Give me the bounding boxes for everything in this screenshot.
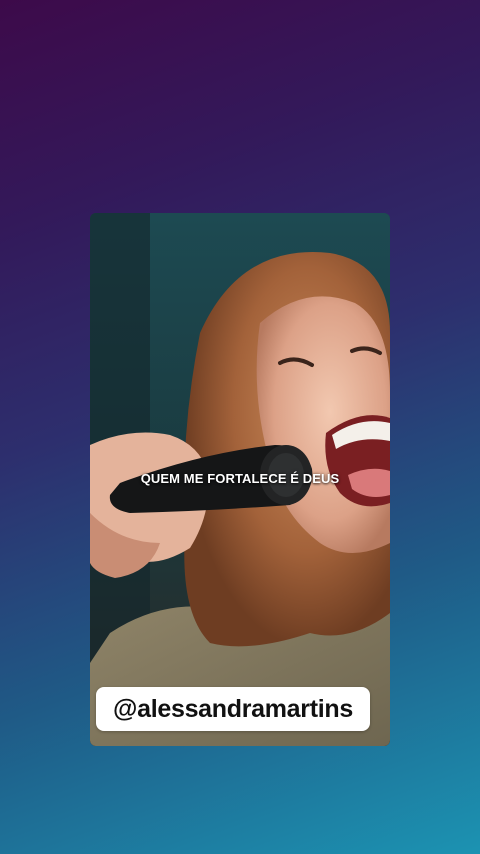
story-video-card[interactable]: QUEM ME FORTALECE É DEUS <box>90 213 390 746</box>
mention-sticker[interactable]: @alessandramartins <box>96 687 370 731</box>
lyric-subtitle: QUEM ME FORTALECE É DEUS <box>140 471 340 486</box>
mention-username: @alessandramartins <box>113 694 353 723</box>
